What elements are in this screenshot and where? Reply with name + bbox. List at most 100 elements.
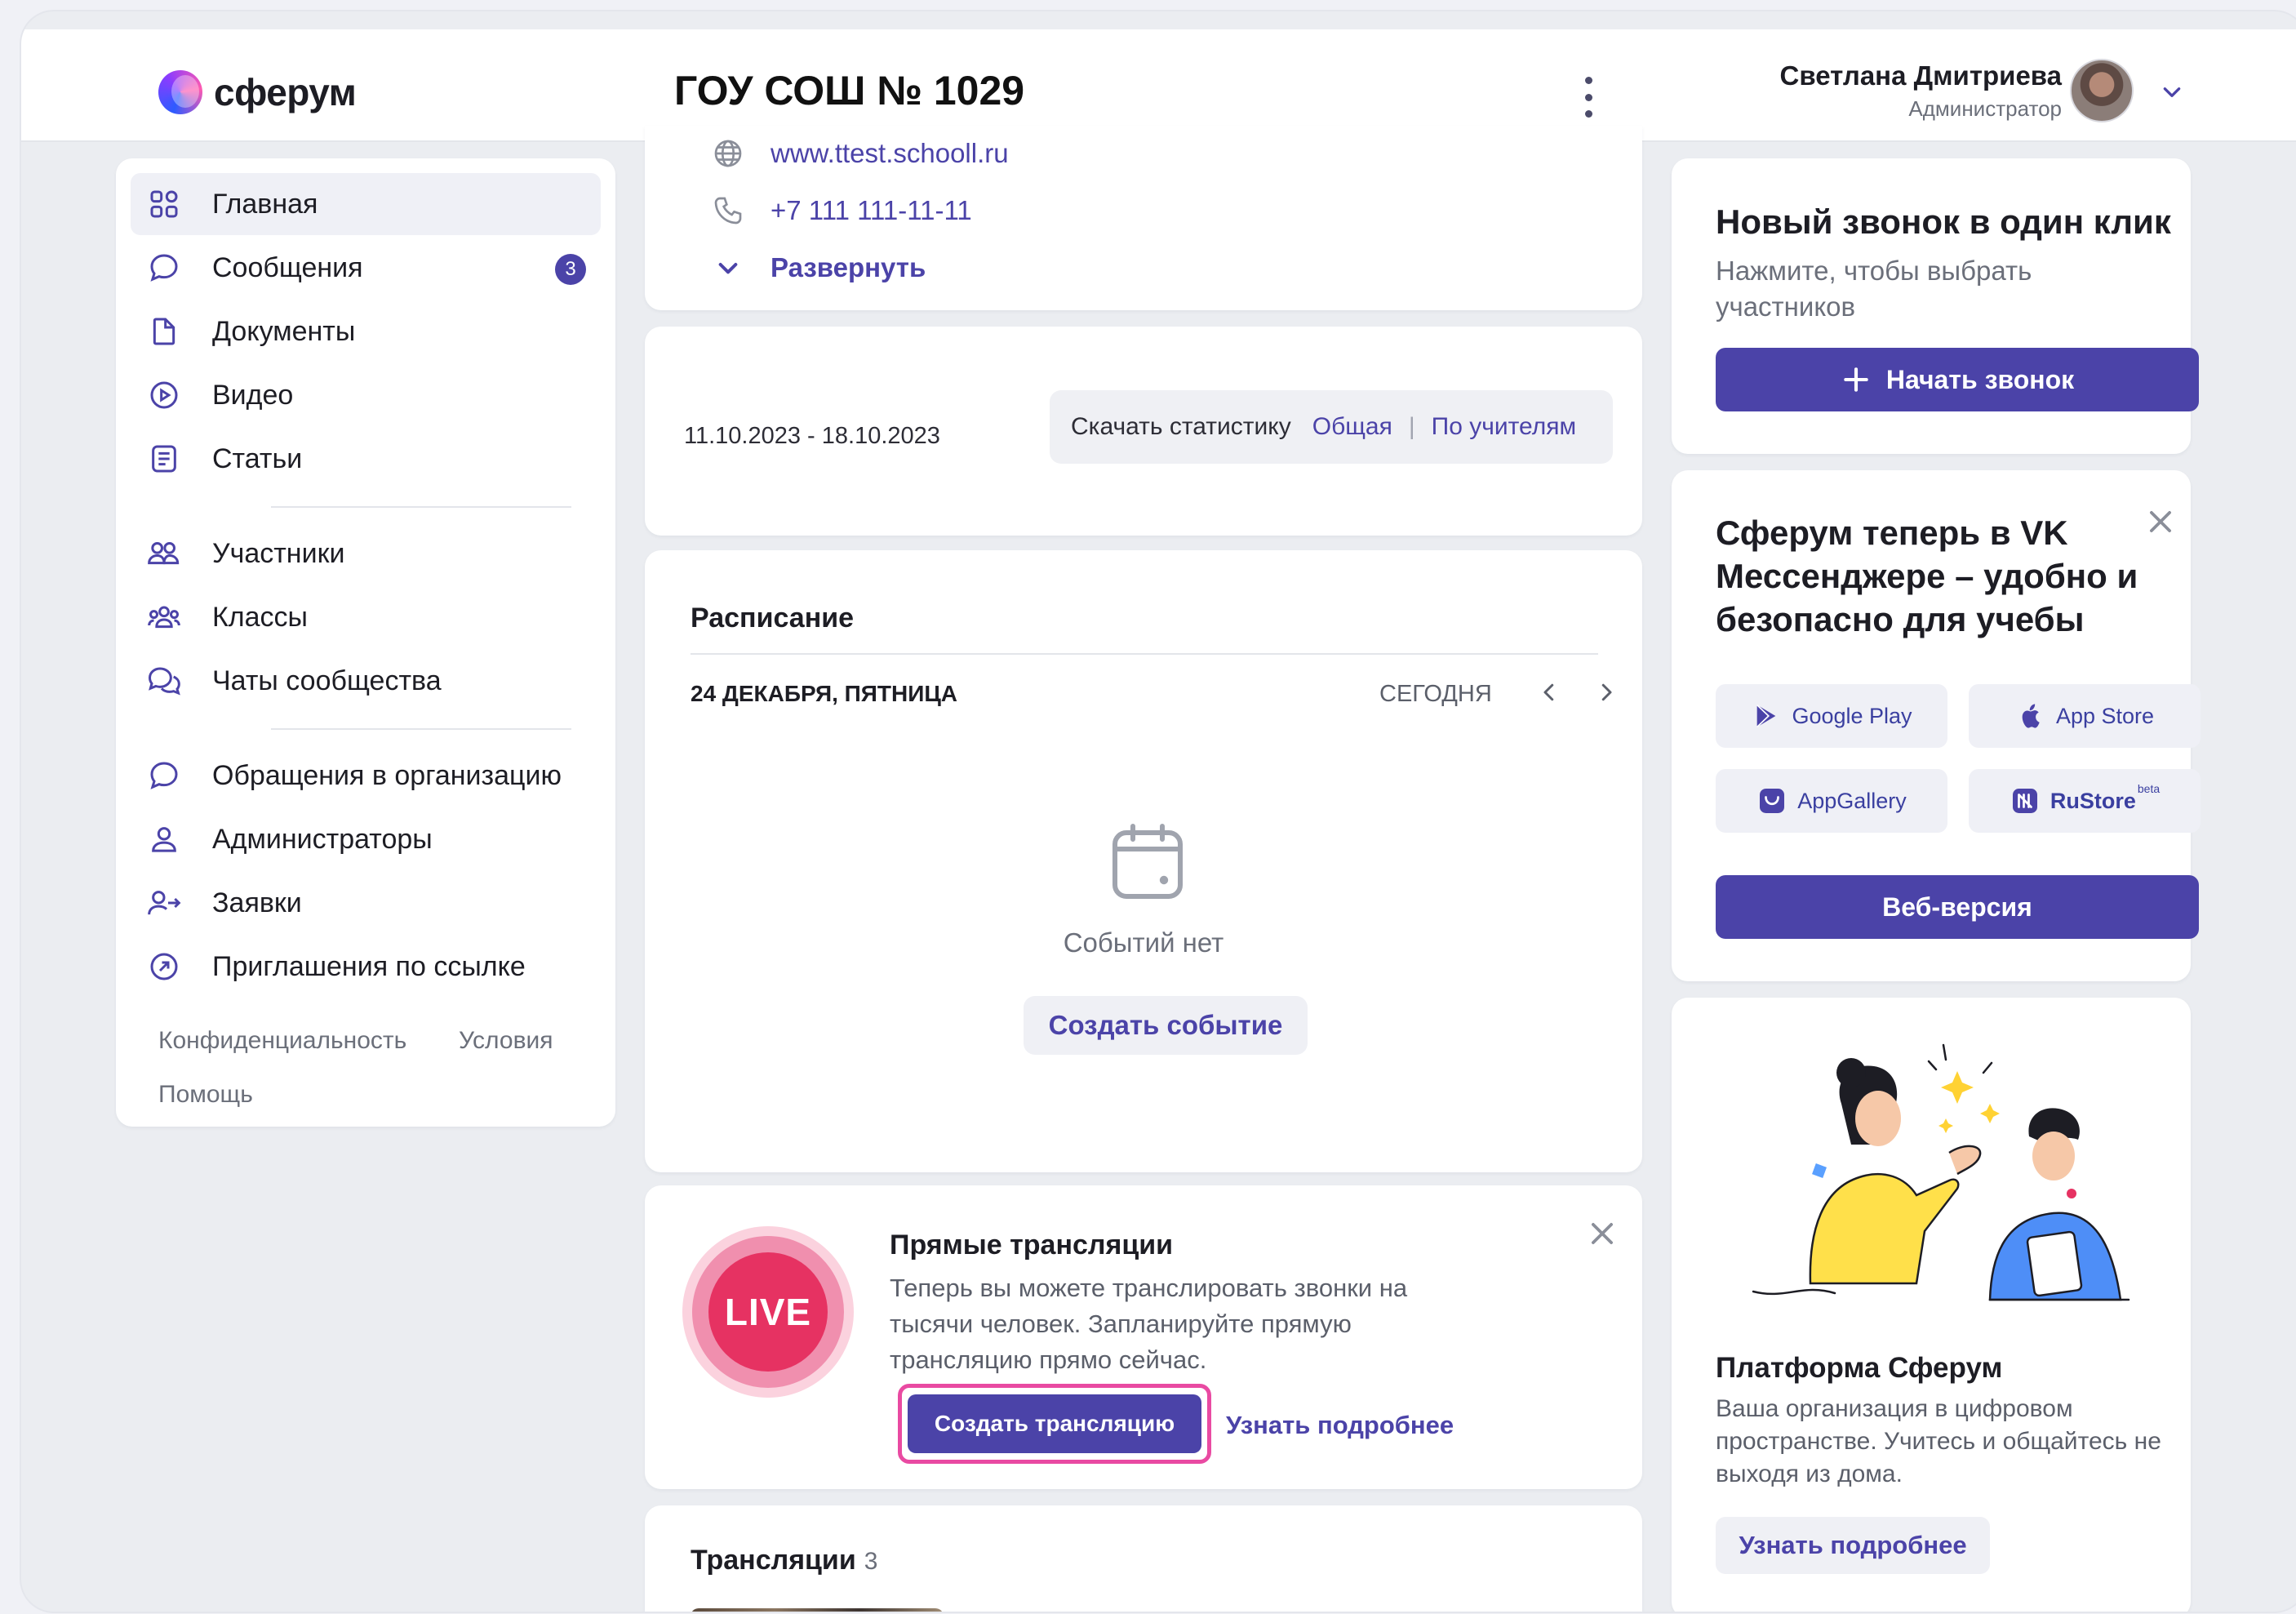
- avatar[interactable]: [2070, 59, 2134, 122]
- sferum-logo[interactable]: сферум: [158, 70, 357, 114]
- learn-more-link[interactable]: Узнать подробнее: [1226, 1411, 1454, 1440]
- sidebar-item-members[interactable]: Участники: [131, 522, 601, 585]
- sidebar-item-appeals[interactable]: Обращения в организацию: [131, 745, 601, 807]
- create-event-button[interactable]: Создать событие: [1024, 996, 1308, 1055]
- app-gallery-button[interactable]: AppGallery: [1716, 769, 1947, 833]
- phone-icon: [710, 193, 746, 229]
- google-play-icon: [1751, 700, 1782, 731]
- organization-info-card: www.ttest.schooll.ru +7 111 111-11-11 Ра…: [645, 126, 1642, 310]
- rustore-icon: [2010, 785, 2041, 816]
- phone-link[interactable]: +7 111 111-11-11: [771, 195, 972, 226]
- divider: [271, 728, 571, 730]
- rustore-label: RuStore: [2050, 788, 2136, 813]
- organization-title: ГОУ СОШ № 1029: [674, 68, 1025, 113]
- apple-icon: [2015, 700, 2046, 731]
- expand-label: Развернуть: [771, 252, 926, 282]
- sidebar-item-label: Обращения в организацию: [212, 759, 562, 791]
- rustore-button[interactable]: RuStore beta: [1969, 769, 2201, 833]
- previous-day-icon[interactable]: [1531, 674, 1567, 710]
- stats-general-link[interactable]: Общая: [1312, 413, 1392, 441]
- sidebar-item-home[interactable]: Главная: [131, 173, 601, 235]
- next-day-icon[interactable]: [1588, 674, 1624, 710]
- chats-icon: [145, 662, 183, 700]
- sidebar-item-messages[interactable]: Сообщения 3: [131, 237, 601, 299]
- sferum-logo-icon: [158, 70, 202, 114]
- live-description: Теперь вы можете транслировать звонки на…: [890, 1274, 1408, 1374]
- sidebar-item-label: Чаты сообщества: [212, 665, 442, 696]
- sidebar-item-classes[interactable]: Классы: [131, 586, 601, 648]
- sidebar: Главная Сообщения 3 Документы Видео Стат…: [116, 158, 615, 1127]
- play-circle-icon: [145, 376, 183, 414]
- privacy-link[interactable]: Конфиденциальность: [158, 1027, 406, 1055]
- plus-icon: [1844, 367, 1868, 392]
- sidebar-item-requests[interactable]: Заявки: [131, 872, 601, 934]
- user-info[interactable]: Светлана Дмитриева Администратор: [1735, 60, 2062, 122]
- terms-link[interactable]: Условия: [459, 1027, 553, 1055]
- sidebar-item-invite-links[interactable]: Приглашения по ссылке: [131, 936, 601, 998]
- streams-card: Трансляции 3: [645, 1505, 1642, 1612]
- chevron-down-icon[interactable]: [2161, 82, 2183, 103]
- sidebar-item-admins[interactable]: Администраторы: [131, 808, 601, 870]
- website-link[interactable]: www.ttest.schooll.ru: [771, 138, 1009, 169]
- sidebar-item-community-chats[interactable]: Чаты сообщества: [131, 650, 601, 712]
- huawei-appgallery-icon: [1756, 785, 1788, 816]
- schedule-title: Расписание: [691, 602, 855, 634]
- group-icon: [145, 598, 183, 636]
- stats-by-teachers-link[interactable]: По учителям: [1432, 413, 1576, 441]
- web-version-button[interactable]: Веб-версия: [1716, 875, 2199, 939]
- platform-description: Ваша организация в цифровом пространстве…: [1716, 1395, 2161, 1487]
- close-icon[interactable]: [2145, 506, 2176, 537]
- live-streams-card: LIVE Прямые трансляции Теперь вы можете …: [645, 1185, 1642, 1489]
- close-icon[interactable]: [1587, 1218, 1618, 1249]
- today-button[interactable]: СЕГОДНЯ: [1379, 681, 1492, 708]
- globe-icon: [710, 136, 746, 171]
- divider: [271, 506, 571, 508]
- stats-separator: |: [1408, 413, 1415, 440]
- app-gallery-label: AppGallery: [1797, 788, 1907, 813]
- sidebar-item-video[interactable]: Видео: [131, 364, 601, 426]
- new-call-title: Новый звонок в один клик: [1716, 202, 2171, 241]
- create-stream-button[interactable]: Создать трансляцию: [908, 1394, 1201, 1453]
- rustore-beta-label: beta: [2137, 782, 2161, 795]
- empty-events-text: Событий нет: [1063, 927, 1224, 958]
- sidebar-item-label: Администраторы: [212, 823, 433, 855]
- sidebar-item-label: Приглашения по ссылке: [212, 950, 526, 982]
- expand-toggle[interactable]: Развернуть: [710, 250, 926, 286]
- sidebar-item-documents[interactable]: Документы: [131, 300, 601, 362]
- download-statistics-label: Скачать статистику: [1071, 413, 1291, 440]
- google-play-button[interactable]: Google Play: [1716, 684, 1947, 748]
- schedule-card: Расписание 24 ДЕКАБРЯ, ПЯТНИЦА СЕГОДНЯ С…: [645, 550, 1642, 1172]
- help-link[interactable]: Помощь: [158, 1081, 253, 1109]
- sidebar-item-label: Видео: [212, 379, 294, 411]
- new-call-subtitle: Нажмите, чтобы выбрать участников: [1716, 256, 2032, 322]
- streams-title-text: Трансляции: [691, 1545, 856, 1576]
- sidebar-item-label: Классы: [212, 601, 308, 633]
- user-name: Светлана Дмитриева: [1779, 60, 2062, 91]
- phone-row[interactable]: +7 111 111-11-11: [710, 193, 972, 229]
- chat-bubble-icon: [145, 249, 183, 287]
- platform-learn-more-button[interactable]: Узнать подробнее: [1716, 1517, 1990, 1574]
- sidebar-item-label: Главная: [212, 188, 318, 220]
- live-badge: LIVE: [682, 1226, 854, 1398]
- chevron-down-icon: [710, 250, 746, 286]
- sidebar-item-articles[interactable]: Статьи: [131, 428, 601, 490]
- stat-date-range: 11.10.2023 - 18.10.2023: [684, 423, 940, 449]
- more-options-icon[interactable]: [1576, 77, 1601, 118]
- chat-bubble-icon: [145, 757, 183, 794]
- new-call-card: Новый звонок в один клик Нажмите, чтобы …: [1672, 158, 2199, 454]
- user-arrow-icon: [145, 884, 183, 922]
- streams-title: Трансляции 3: [691, 1545, 877, 1576]
- grid-icon: [145, 185, 183, 223]
- platform-title: Платформа Сферум: [1716, 1352, 2003, 1384]
- divider: [691, 653, 1598, 655]
- start-call-button[interactable]: Начать звонок: [1716, 348, 2199, 411]
- website-row[interactable]: www.ttest.schooll.ru: [710, 136, 1009, 171]
- sidebar-item-label: Документы: [212, 315, 356, 347]
- sidebar-item-label: Статьи: [212, 442, 303, 474]
- sidebar-item-label: Сообщения: [212, 251, 363, 283]
- download-statistics: Скачать статистику Общая | По учителям: [1050, 390, 1613, 464]
- link-arrow-icon: [145, 948, 183, 985]
- app-store-button[interactable]: App Store: [1969, 684, 2201, 748]
- stream-thumbnail[interactable]: [691, 1608, 944, 1612]
- user-icon: [145, 820, 183, 858]
